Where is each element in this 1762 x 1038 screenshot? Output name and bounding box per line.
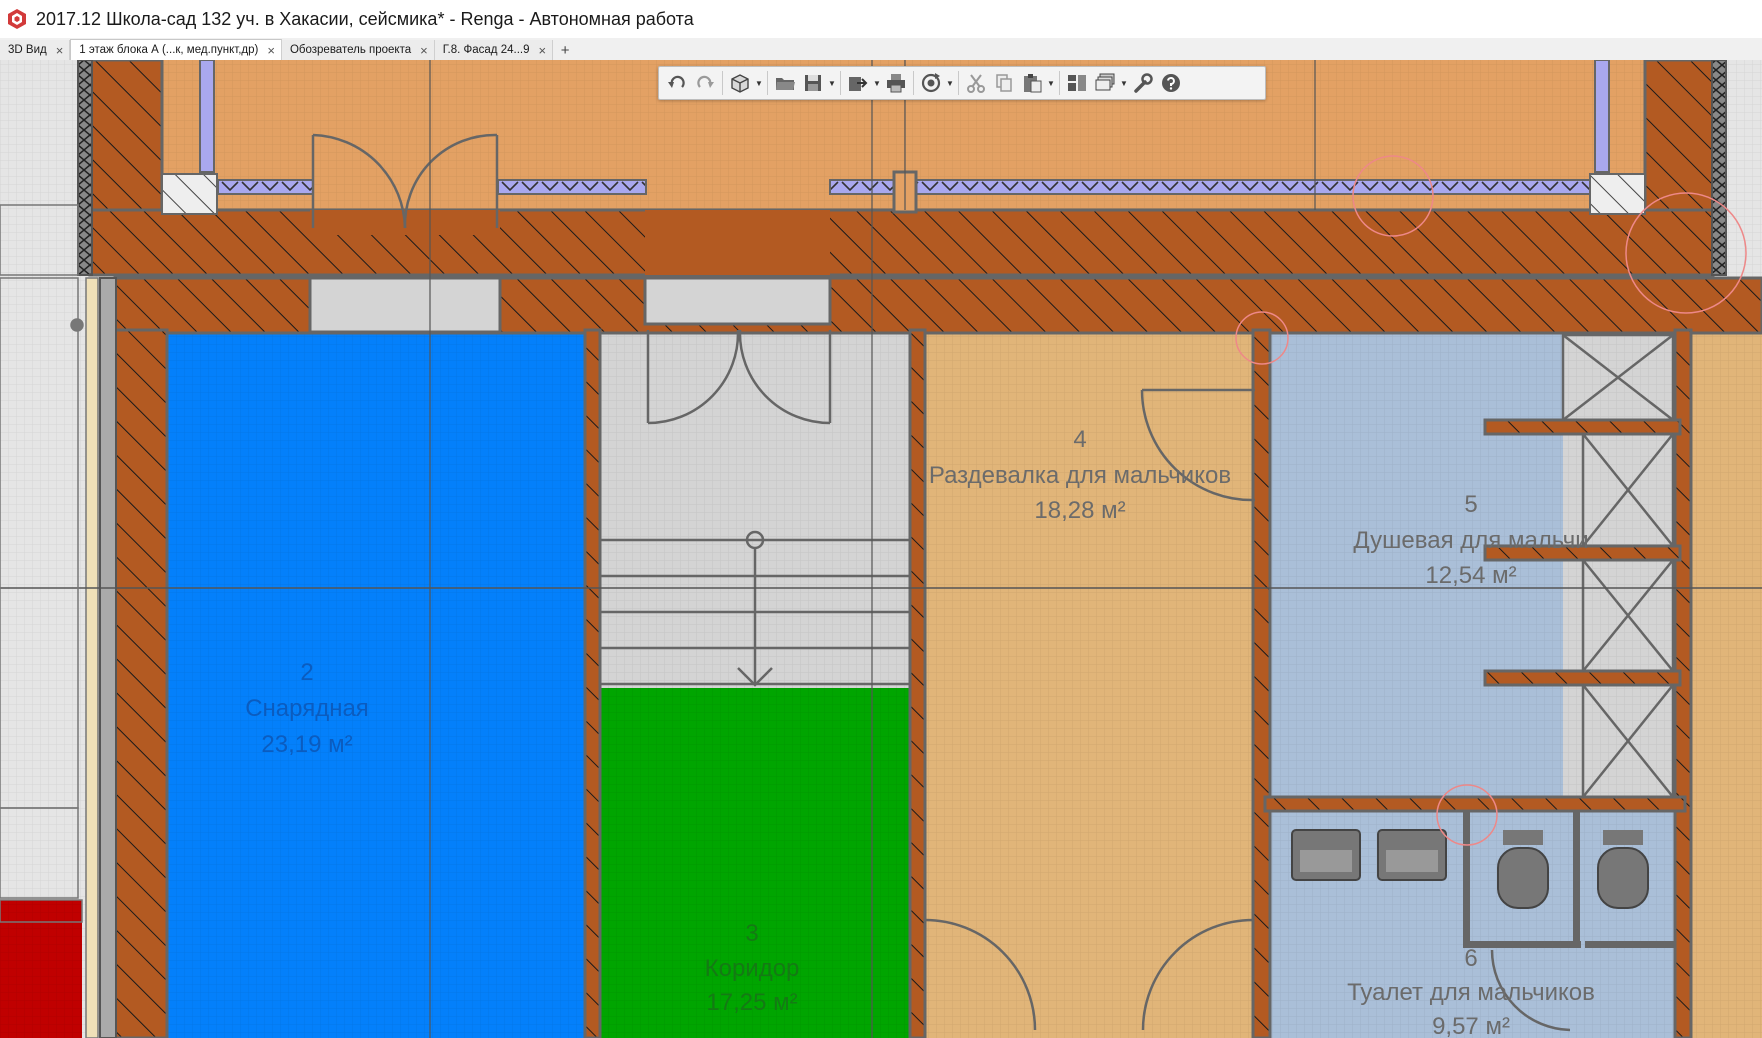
export-icon bbox=[849, 77, 868, 91]
close-icon[interactable]: × bbox=[420, 43, 428, 58]
tab-facade[interactable]: Г.8. Фасад 24...9 × bbox=[434, 40, 554, 60]
drawing-canvas[interactable]: 2 Снарядная 23,19 м² 3 Коридор 17,25 м² … bbox=[0, 60, 1762, 1038]
tab-label: 3D Вид bbox=[8, 44, 47, 56]
close-icon[interactable]: × bbox=[267, 43, 275, 58]
open-folder-icon bbox=[776, 78, 795, 90]
save-icon bbox=[805, 75, 821, 91]
renga-logo-icon bbox=[8, 9, 26, 29]
add-tab-button[interactable]: + bbox=[553, 40, 577, 60]
layers-dropdown[interactable]: ▼ bbox=[1119, 69, 1129, 97]
room-number: 5 bbox=[1464, 491, 1477, 518]
3d-view-icon bbox=[731, 74, 749, 93]
undo-icon bbox=[668, 75, 685, 88]
room-name: Коридор bbox=[705, 955, 800, 982]
save-dropdown[interactable]: ▼ bbox=[827, 69, 837, 97]
room-area: 17,25 м² bbox=[706, 989, 797, 1016]
room-number: 2 bbox=[300, 659, 313, 686]
redo-icon bbox=[697, 75, 714, 88]
tab-3d-view[interactable]: 3D Вид × bbox=[0, 40, 71, 60]
close-icon[interactable]: × bbox=[539, 43, 547, 58]
room-area: 9,57 м² bbox=[1432, 1013, 1510, 1038]
tab-label: 1 этаж блока А (...к, мед.пункт,др) bbox=[79, 44, 259, 56]
properties-button[interactable] bbox=[1063, 69, 1091, 97]
redo-button[interactable] bbox=[691, 69, 719, 97]
document-tab-bar: 3D Вид × 1 этаж блока А (...к, мед.пункт… bbox=[0, 38, 1762, 61]
room-name: Снарядная bbox=[245, 695, 369, 722]
tab-label: Г.8. Фасад 24...9 bbox=[442, 44, 530, 56]
tab-project-explorer[interactable]: Обозреватель проекта × bbox=[281, 40, 435, 60]
toolbar-separator bbox=[958, 71, 959, 95]
quick-access-toolbar: ▼ ▼ ▼ ▼ ▼ ▼ bbox=[658, 66, 1266, 100]
paste-dropdown[interactable]: ▼ bbox=[1046, 69, 1056, 97]
settings-wrench-icon bbox=[1134, 73, 1153, 93]
room-number: 3 bbox=[745, 920, 758, 947]
toolbar-separator bbox=[767, 71, 768, 95]
paste-icon bbox=[1024, 74, 1042, 93]
room-name: Раздевалка для мальчиков bbox=[929, 462, 1231, 489]
help-button[interactable] bbox=[1157, 69, 1185, 97]
cut-icon bbox=[967, 74, 985, 93]
room-area: 18,28 м² bbox=[1034, 497, 1125, 524]
settings-button[interactable] bbox=[1129, 69, 1157, 97]
toolbar-separator bbox=[1059, 71, 1060, 95]
tab-label: Обозреватель проекта bbox=[289, 44, 412, 56]
open-button[interactable] bbox=[771, 69, 799, 97]
room-number: 6 bbox=[1464, 945, 1477, 972]
print-icon bbox=[887, 74, 905, 93]
paste-button[interactable] bbox=[1018, 69, 1046, 97]
tab-floor-plan[interactable]: 1 этаж блока А (...к, мед.пункт,др) × bbox=[70, 39, 282, 60]
title-bar: 2017.12 Школа-сад 132 уч. в Хакасии, сей… bbox=[0, 0, 1762, 39]
print-button[interactable] bbox=[882, 69, 910, 97]
room-area: 12,54 м² bbox=[1425, 562, 1516, 589]
sync-icon bbox=[921, 73, 941, 93]
toolbar-separator bbox=[913, 71, 914, 95]
floor-plan-drawing[interactable]: 2 Снарядная 23,19 м² 3 Коридор 17,25 м² … bbox=[0, 60, 1762, 1038]
cut-button[interactable] bbox=[962, 69, 990, 97]
copy-button[interactable] bbox=[990, 69, 1018, 97]
export-dropdown[interactable]: ▼ bbox=[872, 69, 882, 97]
room-number: 4 bbox=[1073, 426, 1086, 453]
layers-button[interactable] bbox=[1091, 69, 1119, 97]
sync-dropdown[interactable]: ▼ bbox=[945, 69, 955, 97]
export-button[interactable] bbox=[844, 69, 872, 97]
layers-icon bbox=[1095, 73, 1115, 91]
close-icon[interactable]: × bbox=[56, 43, 64, 58]
properties-icon bbox=[1068, 75, 1086, 91]
toolbar-separator bbox=[840, 71, 841, 95]
3d-view-dropdown[interactable]: ▼ bbox=[754, 69, 764, 97]
undo-button[interactable] bbox=[663, 69, 691, 97]
room-name: Душевая для мальчи bbox=[1353, 527, 1588, 554]
sync-button[interactable] bbox=[917, 69, 945, 97]
room-area: 23,19 м² bbox=[261, 731, 352, 758]
save-button[interactable] bbox=[799, 69, 827, 97]
help-icon bbox=[1162, 74, 1180, 92]
copy-icon bbox=[996, 74, 1012, 92]
3d-view-button[interactable] bbox=[726, 69, 754, 97]
toolbar-separator bbox=[722, 71, 723, 95]
window-title: 2017.12 Школа-сад 132 уч. в Хакасии, сей… bbox=[36, 8, 694, 29]
room-name: Туалет для мальчиков bbox=[1347, 979, 1595, 1006]
